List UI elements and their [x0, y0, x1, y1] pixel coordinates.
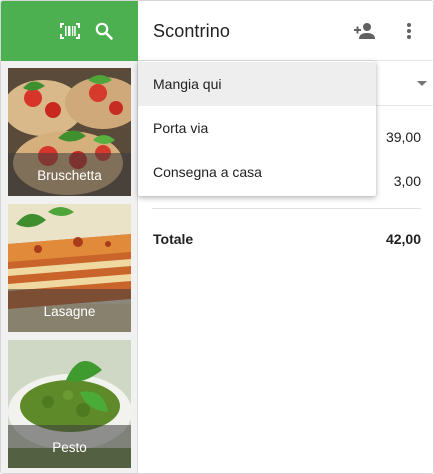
total-value: 42,00 — [385, 231, 421, 247]
product-label: Bruschetta — [8, 153, 131, 196]
page-title: Scontrino — [153, 21, 230, 41]
app-window: Bruschetta Lasagne Pesto Scontrino 39,00… — [0, 0, 434, 474]
product-label: Lasagne — [8, 289, 131, 332]
barcode-icon[interactable] — [58, 19, 82, 43]
menu-item-takeaway[interactable]: Porta via — [138, 106, 376, 150]
product-tile-lasagne[interactable]: Lasagne — [8, 204, 131, 332]
product-tile-bruschetta[interactable]: Bruschetta — [8, 68, 131, 196]
line-amount: 3,00 — [393, 173, 421, 189]
order-mode-menu: Mangia qui Porta via Consegna a casa — [138, 61, 376, 196]
product-label: Pesto — [8, 425, 131, 468]
divider — [152, 208, 421, 209]
total-label: Totale — [153, 231, 194, 247]
product-tile-pesto[interactable]: Pesto — [8, 340, 131, 468]
dropdown-arrow-icon — [417, 81, 427, 86]
product-catalog: Bruschetta Lasagne Pesto — [1, 1, 138, 473]
menu-item-home-delivery[interactable]: Consegna a casa — [138, 150, 376, 194]
person-add-icon[interactable] — [353, 19, 377, 43]
more-vert-icon[interactable] — [397, 19, 421, 43]
catalog-toolbar — [1, 1, 138, 61]
receipt-toolbar: Scontrino — [138, 1, 433, 61]
line-amount: 39,00 — [385, 129, 421, 145]
menu-item-eat-in[interactable]: Mangia qui — [138, 62, 376, 106]
search-icon[interactable] — [92, 19, 116, 43]
